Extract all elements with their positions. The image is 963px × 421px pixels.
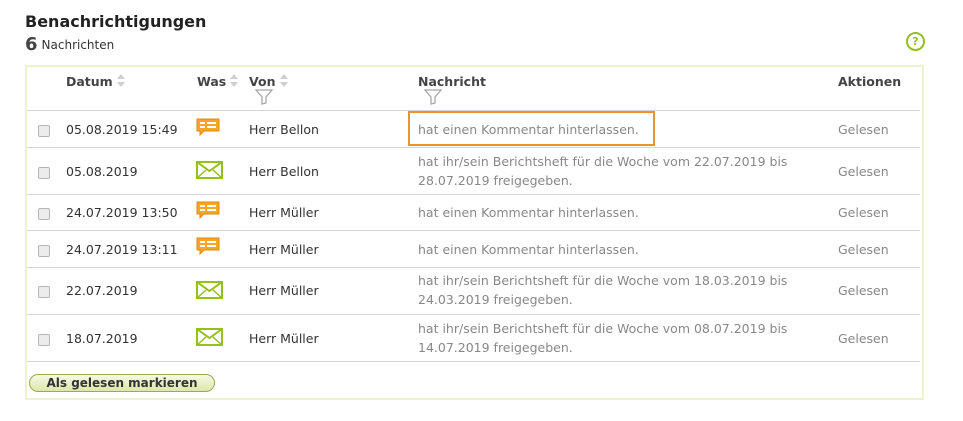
row-sender: Herr Bellon <box>249 164 319 179</box>
row-divider <box>27 267 920 268</box>
sort-was-icon[interactable] <box>230 73 239 89</box>
row-checkbox[interactable] <box>38 125 50 137</box>
row-action-read[interactable]: Gelesen <box>838 162 889 181</box>
row-divider <box>27 230 920 231</box>
envelope-icon <box>196 328 223 346</box>
row-checkbox[interactable] <box>38 245 50 257</box>
row-date: 22.07.2019 <box>66 283 138 298</box>
column-header-nachricht[interactable]: Nachricht <box>418 74 486 89</box>
row-sender: Herr Bellon <box>249 122 319 137</box>
message-count-label: Nachrichten <box>41 38 115 52</box>
message-count-number: 6 <box>25 34 38 55</box>
row-action-read[interactable]: Gelesen <box>838 203 889 222</box>
row-action-read[interactable]: Gelesen <box>838 240 889 259</box>
row-action-read[interactable]: Gelesen <box>838 329 889 348</box>
row-divider <box>27 194 920 195</box>
row-message-cont[interactable]: 14.07.2019 freigegeben. <box>418 338 573 357</box>
sort-datum-icon[interactable] <box>117 73 126 89</box>
row-checkbox[interactable] <box>38 167 50 179</box>
row-checkbox[interactable] <box>38 286 50 298</box>
row-sender: Herr Müller <box>249 283 319 298</box>
help-icon[interactable]: ? <box>906 32 925 51</box>
row-sender: Herr Müller <box>249 331 319 346</box>
row-sender: Herr Müller <box>249 205 319 220</box>
row-message[interactable]: hat ihr/sein Berichtsheft für die Woche … <box>418 271 787 290</box>
row-date: 24.07.2019 13:11 <box>66 242 178 257</box>
mark-as-read-button[interactable]: Als gelesen markieren <box>29 374 215 392</box>
message-count: 6 Nachrichten <box>25 34 114 55</box>
column-header-was[interactable]: Was <box>197 74 226 89</box>
row-checkbox[interactable] <box>38 334 50 346</box>
filter-nachricht-icon[interactable] <box>424 89 442 105</box>
row-action-read[interactable]: Gelesen <box>838 281 889 300</box>
filter-von-icon[interactable] <box>255 89 273 105</box>
row-message[interactable]: hat einen Kommentar hinterlassen. <box>418 203 639 222</box>
comment-icon <box>196 118 220 136</box>
row-divider <box>27 361 920 362</box>
row-date: 05.08.2019 <box>66 164 138 179</box>
row-sender: Herr Müller <box>249 242 319 257</box>
row-divider <box>27 147 920 148</box>
page-title: Benachrichtigungen <box>25 12 207 31</box>
row-message[interactable]: hat ihr/sein Berichtsheft für die Woche … <box>418 319 787 338</box>
envelope-icon <box>196 161 223 179</box>
row-date: 24.07.2019 13:50 <box>66 205 178 220</box>
row-message[interactable]: hat einen Kommentar hinterlassen. <box>418 240 639 259</box>
row-message[interactable]: hat ihr/sein Berichtsheft für die Woche … <box>418 152 787 171</box>
comment-icon <box>196 237 220 255</box>
row-message-cont[interactable]: 28.07.2019 freigegeben. <box>418 171 573 190</box>
envelope-icon <box>196 281 223 299</box>
comment-icon <box>196 201 220 219</box>
sort-von-icon[interactable] <box>280 73 289 89</box>
row-message-cont[interactable]: 24.03.2019 freigegeben. <box>418 290 573 309</box>
column-header-datum[interactable]: Datum <box>66 74 113 89</box>
row-action-read[interactable]: Gelesen <box>838 120 889 139</box>
row-checkbox[interactable] <box>38 208 50 220</box>
column-header-aktionen: Aktionen <box>838 74 902 89</box>
row-divider <box>27 314 920 315</box>
row-date: 05.08.2019 15:49 <box>66 122 178 137</box>
column-header-von[interactable]: Von <box>249 74 275 89</box>
message-highlight <box>408 111 655 146</box>
row-date: 18.07.2019 <box>66 331 138 346</box>
